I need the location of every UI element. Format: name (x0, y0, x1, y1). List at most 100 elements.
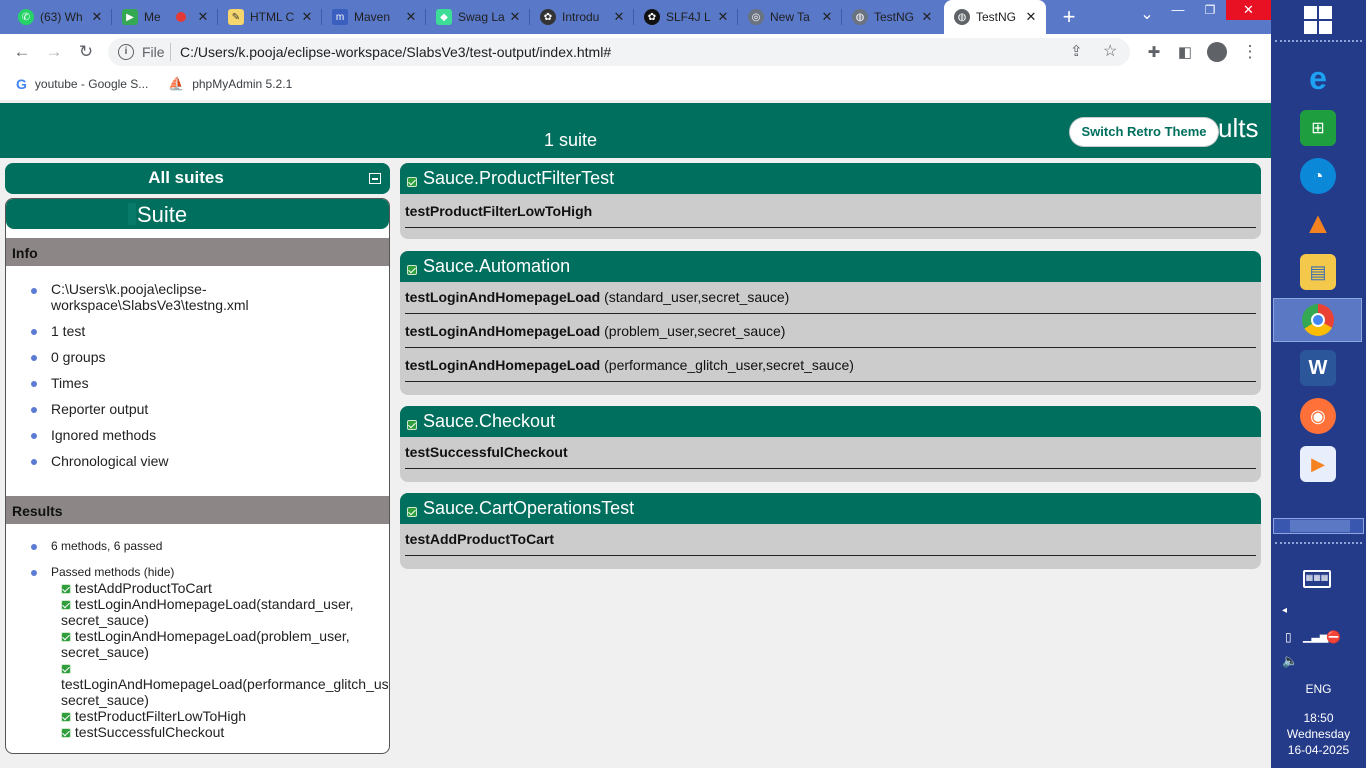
tab-newtab[interactable]: ◎ New Ta ✕ (738, 0, 842, 34)
groups-link[interactable]: 0 groups (51, 349, 105, 365)
check-icon (61, 664, 71, 675)
method-row[interactable]: testLoginAndHomepageLoad (problem_user,s… (405, 314, 1256, 348)
extensions-icon[interactable]: ✚ (1140, 38, 1168, 66)
close-icon[interactable]: ✕ (88, 9, 106, 25)
tab-title: Introdu (562, 10, 600, 24)
close-icon[interactable]: ✕ (402, 9, 420, 25)
forward-icon[interactable]: → (40, 38, 68, 66)
tab-html[interactable]: ✎ HTML C ✕ (218, 0, 322, 34)
method-row[interactable]: testSuccessfulCheckout (405, 435, 1256, 469)
edge-icon[interactable]: ◔ (1300, 158, 1336, 194)
close-icon[interactable]: ✕ (918, 9, 936, 25)
share-icon[interactable]: ⇪ (1070, 42, 1083, 60)
profile-icon[interactable] (1203, 38, 1231, 66)
close-icon[interactable]: ✕ (298, 9, 316, 25)
class-name: Sauce.CartOperationsTest (423, 498, 635, 518)
tab-testng-active[interactable]: ◍ TestNG ✕ (944, 0, 1046, 34)
firefox-icon[interactable]: ◉ (1300, 398, 1336, 434)
tab-swaglabs[interactable]: ◆ Swag La ✕ (426, 0, 530, 34)
keyboard-icon[interactable]: ▦▦▦ (1303, 570, 1331, 588)
method-row[interactable]: testProductFilterLowToHigh (405, 194, 1256, 228)
tab-meet[interactable]: ▶ Me ✕ (112, 0, 218, 34)
tab-slf4j[interactable]: ✿ SLF4J L ✕ (634, 0, 738, 34)
passed-method[interactable]: testLoginAndHomepageLoad(problem_user, se… (61, 628, 389, 660)
taskbar-scrollbar[interactable] (1273, 518, 1364, 534)
hide-link[interactable]: (hide) (144, 565, 175, 579)
passed-method[interactable]: testProductFilterLowToHigh (61, 708, 389, 724)
file-explorer-icon[interactable]: ▤ (1300, 254, 1336, 290)
google-icon: G (16, 76, 27, 92)
clock[interactable]: 18:50 Wednesday 16-04-2025 (1271, 710, 1366, 758)
testng-xml-link[interactable]: C:\Users\k.pooja\eclipse-workspace\Slabs… (51, 281, 249, 313)
bookmark-phpmyadmin[interactable]: ⛵ phpMyAdmin 5.2.1 (168, 76, 292, 92)
media-player-icon[interactable]: ▶ (1300, 446, 1336, 482)
menu-icon[interactable]: ⋮ (1236, 38, 1264, 66)
network-error-icon[interactable]: ⛔ (1326, 630, 1341, 644)
windows-start-icon[interactable] (1304, 6, 1332, 34)
all-suites-header[interactable]: All suites (5, 163, 390, 194)
class-header[interactable]: Sauce.Automation (400, 251, 1261, 282)
reload-icon[interactable]: ↻ (72, 38, 100, 66)
method-row[interactable]: testLoginAndHomepageLoad (standard_user,… (405, 280, 1256, 314)
language-indicator[interactable]: ENG (1271, 682, 1366, 696)
suite-header[interactable]: Suite (6, 199, 389, 229)
globe-icon: ◍ (954, 9, 970, 25)
close-icon[interactable]: ✕ (1022, 9, 1040, 25)
chevron-left-icon[interactable]: ◂ (1282, 605, 1287, 616)
internet-explorer-icon[interactable]: e (1300, 60, 1336, 96)
tab-whatsapp[interactable]: ✆ (63) Wh ✕ (8, 0, 112, 34)
chronological-view-link[interactable]: Chronological view (51, 453, 169, 469)
method-row[interactable]: testAddProductToCart (405, 522, 1256, 556)
close-icon[interactable]: ✕ (506, 9, 524, 25)
switch-retro-theme-button[interactable]: Switch Retro Theme (1070, 118, 1218, 146)
maven-icon: m (332, 9, 348, 25)
close-window-button[interactable]: ✕ (1226, 0, 1271, 20)
passed-method[interactable]: testLoginAndHomepageLoad(standard_user, s… (61, 596, 389, 628)
store-icon[interactable]: ⊞ (1300, 110, 1336, 146)
word-icon[interactable]: W (1300, 350, 1336, 386)
times-link[interactable]: Times (51, 375, 89, 391)
tab-testng[interactable]: ◍ TestNG ✕ (842, 0, 942, 34)
collapse-icon[interactable] (369, 173, 381, 184)
close-icon[interactable]: ✕ (610, 9, 628, 25)
reporter-output-link[interactable]: Reporter output (51, 401, 148, 417)
close-icon[interactable]: ✕ (714, 9, 732, 25)
side-panel-icon[interactable]: ◧ (1171, 38, 1199, 66)
meet-icon: ▶ (122, 9, 138, 25)
tab-title: Me (144, 10, 161, 24)
class-header[interactable]: Sauce.ProductFilterTest (400, 163, 1261, 194)
swaglabs-icon: ◆ (436, 9, 452, 25)
class-header[interactable]: Sauce.CartOperationsTest (400, 493, 1261, 524)
close-icon[interactable]: ✕ (818, 9, 836, 25)
ignored-methods-link[interactable]: Ignored methods (51, 427, 156, 443)
tests-link[interactable]: 1 test (51, 323, 85, 339)
restore-button[interactable]: ❐ (1192, 0, 1228, 22)
new-tab-button[interactable]: + (1056, 4, 1082, 30)
clock-day: Wednesday (1286, 727, 1351, 741)
battery-icon: ▯ (1285, 630, 1292, 644)
chrome-taskbar-item[interactable] (1273, 298, 1362, 342)
volume-icon[interactable]: 🔈 (1282, 653, 1298, 669)
address-bar[interactable]: i File C:/Users/k.pooja/eclipse-workspac… (108, 38, 1130, 66)
minimize-button[interactable]: — (1160, 0, 1196, 22)
tab-search-button[interactable]: ⌄ (1134, 4, 1160, 30)
close-icon[interactable]: ✕ (194, 9, 212, 25)
class-panel-checkout: Sauce.Checkout testSuccessfulCheckout (400, 406, 1261, 482)
passed-method[interactable]: testAddProductToCart (61, 580, 389, 596)
passed-method[interactable]: testSuccessfulCheckout (61, 724, 389, 740)
method-row[interactable]: testLoginAndHomepageLoad (performance_gl… (405, 348, 1256, 382)
suite-count: 1 suite (544, 130, 598, 150)
back-icon[interactable]: ← (8, 38, 36, 66)
class-panel-automation: Sauce.Automation testLoginAndHomepageLoa… (400, 251, 1261, 395)
vlc-icon[interactable]: ▲ (1300, 206, 1336, 242)
passed-method[interactable]: testLoginAndHomepageLoad(performance_gli… (61, 660, 389, 708)
url-text[interactable]: C:/Users/k.pooja/eclipse-workspace/Slabs… (180, 44, 611, 60)
tab-title: TestNG (976, 10, 1017, 24)
bookmark-youtube[interactable]: G youtube - Google S... (16, 76, 148, 92)
tab-maven[interactable]: m Maven ✕ (322, 0, 426, 34)
info-icon[interactable]: i (118, 44, 134, 60)
tab-intro[interactable]: ✿ Introdu ✕ (530, 0, 634, 34)
class-header[interactable]: Sauce.Checkout (400, 406, 1261, 437)
tab-title: New Ta (770, 10, 810, 24)
star-icon[interactable]: ☆ (1103, 41, 1117, 61)
